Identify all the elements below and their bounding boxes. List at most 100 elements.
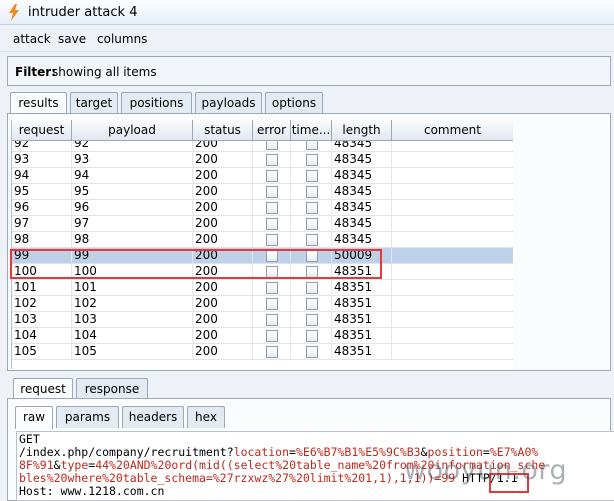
tab-raw[interactable]: raw (15, 406, 53, 429)
table-row[interactable]: 102 102 200 48351 (12, 296, 513, 312)
cell-comment (392, 216, 513, 231)
cell-request: 95 (12, 184, 72, 199)
results-panel: request payload status error time... len… (7, 113, 611, 371)
cell-length: 48345 (332, 200, 392, 215)
checkbox-timeout[interactable] (306, 186, 318, 198)
cell-status: 200 (193, 344, 253, 359)
cell-timeout (291, 152, 332, 167)
cell-payload: 102 (72, 296, 193, 311)
filter-bar[interactable]: Filter: showing all items (7, 56, 611, 86)
tab-target[interactable]: target (70, 92, 118, 114)
cell-length: 48351 (332, 280, 392, 295)
cell-timeout (291, 168, 332, 183)
cell-payload: 93 (72, 152, 193, 167)
tab-response[interactable]: response (76, 378, 148, 400)
cell-payload: 95 (72, 184, 193, 199)
tab-results[interactable]: results (10, 92, 67, 115)
cell-payload: 104 (72, 328, 193, 343)
col-length[interactable]: length (332, 120, 392, 141)
cell-status: 200 (193, 280, 253, 295)
tab-params[interactable]: params (56, 406, 119, 428)
cell-comment (392, 296, 513, 311)
tab-hex[interactable]: hex (187, 406, 225, 428)
checkbox-timeout[interactable] (306, 346, 318, 358)
checkbox-timeout[interactable] (306, 298, 318, 310)
col-comment[interactable]: comment (392, 120, 513, 141)
cell-length: 48351 (332, 296, 392, 311)
cell-comment (392, 184, 513, 199)
table-row[interactable]: 101 101 200 48351 (12, 280, 513, 296)
cell-timeout (291, 232, 332, 247)
cell-request: 94 (12, 168, 72, 183)
table-row[interactable]: 94 94 200 48345 (12, 168, 513, 184)
cell-status: 200 (193, 184, 253, 199)
cell-status: 200 (193, 141, 253, 151)
checkbox-timeout[interactable] (306, 282, 318, 294)
col-timeout[interactable]: time... (291, 120, 332, 141)
checkbox-timeout[interactable] (306, 154, 318, 166)
cell-comment (392, 280, 513, 295)
tab-positions[interactable]: positions (121, 92, 192, 114)
cell-comment (392, 312, 513, 327)
cell-timeout (291, 216, 332, 231)
table-row[interactable]: 93 93 200 48345 (12, 152, 513, 168)
cell-comment (392, 232, 513, 247)
cell-error (253, 200, 291, 215)
checkbox-error[interactable] (266, 282, 278, 294)
cell-comment (392, 152, 513, 167)
menu-bar: attack save columns (0, 26, 614, 52)
watermark-text: wooyun.org (404, 455, 568, 486)
checkbox-error[interactable] (266, 202, 278, 214)
checkbox-timeout[interactable] (306, 234, 318, 246)
col-payload[interactable]: payload (72, 120, 193, 141)
checkbox-timeout[interactable] (306, 330, 318, 342)
checkbox-timeout[interactable] (306, 218, 318, 230)
url-amp: & (53, 458, 61, 472)
table-row[interactable]: 95 95 200 48345 (12, 184, 513, 200)
checkbox-error[interactable] (266, 298, 278, 310)
table-row[interactable]: 92 92 200 48345 (12, 141, 513, 152)
checkbox-error[interactable] (266, 186, 278, 198)
checkbox-error[interactable] (266, 154, 278, 166)
menu-columns[interactable]: columns (97, 32, 147, 46)
table-row[interactable]: 103 103 200 48351 (12, 312, 513, 328)
cell-timeout (291, 312, 332, 327)
checkbox-error[interactable] (266, 218, 278, 230)
tab-headers[interactable]: headers (122, 406, 184, 428)
checkbox-timeout[interactable] (306, 314, 318, 326)
table-row[interactable]: 104 104 200 48351 (12, 328, 513, 344)
tab-options[interactable]: options (265, 92, 323, 114)
menu-save[interactable]: save (58, 32, 86, 46)
cell-error (253, 216, 291, 231)
table-row[interactable]: 97 97 200 48345 (12, 216, 513, 232)
checkbox-error[interactable] (266, 141, 278, 150)
cell-comment (392, 200, 513, 215)
cell-request: 102 (12, 296, 72, 311)
table-row[interactable]: 96 96 200 48345 (12, 200, 513, 216)
table-row[interactable]: 98 98 200 48345 (12, 232, 513, 248)
col-request[interactable]: request (12, 120, 72, 141)
checkbox-timeout[interactable] (306, 141, 318, 150)
menu-attack[interactable]: attack (13, 32, 51, 46)
cell-status: 200 (193, 152, 253, 167)
cell-timeout (291, 296, 332, 311)
cell-status: 200 (193, 328, 253, 343)
checkbox-error[interactable] (266, 346, 278, 358)
checkbox-error[interactable] (266, 170, 278, 182)
cell-length: 48345 (332, 232, 392, 247)
col-error[interactable]: error (253, 120, 291, 141)
checkbox-timeout[interactable] (306, 170, 318, 182)
cell-length: 48351 (332, 312, 392, 327)
cell-length: 48345 (332, 168, 392, 183)
tab-payloads[interactable]: payloads (195, 92, 262, 114)
cell-timeout (291, 344, 332, 359)
cell-request: 104 (12, 328, 72, 343)
checkbox-timeout[interactable] (306, 202, 318, 214)
results-table[interactable]: request payload status error time... len… (11, 120, 513, 369)
checkbox-error[interactable] (266, 234, 278, 246)
checkbox-error[interactable] (266, 314, 278, 326)
cell-status: 200 (193, 168, 253, 183)
table-row[interactable]: 105 105 200 48351 (12, 344, 513, 360)
checkbox-error[interactable] (266, 330, 278, 342)
col-status[interactable]: status (193, 120, 253, 141)
